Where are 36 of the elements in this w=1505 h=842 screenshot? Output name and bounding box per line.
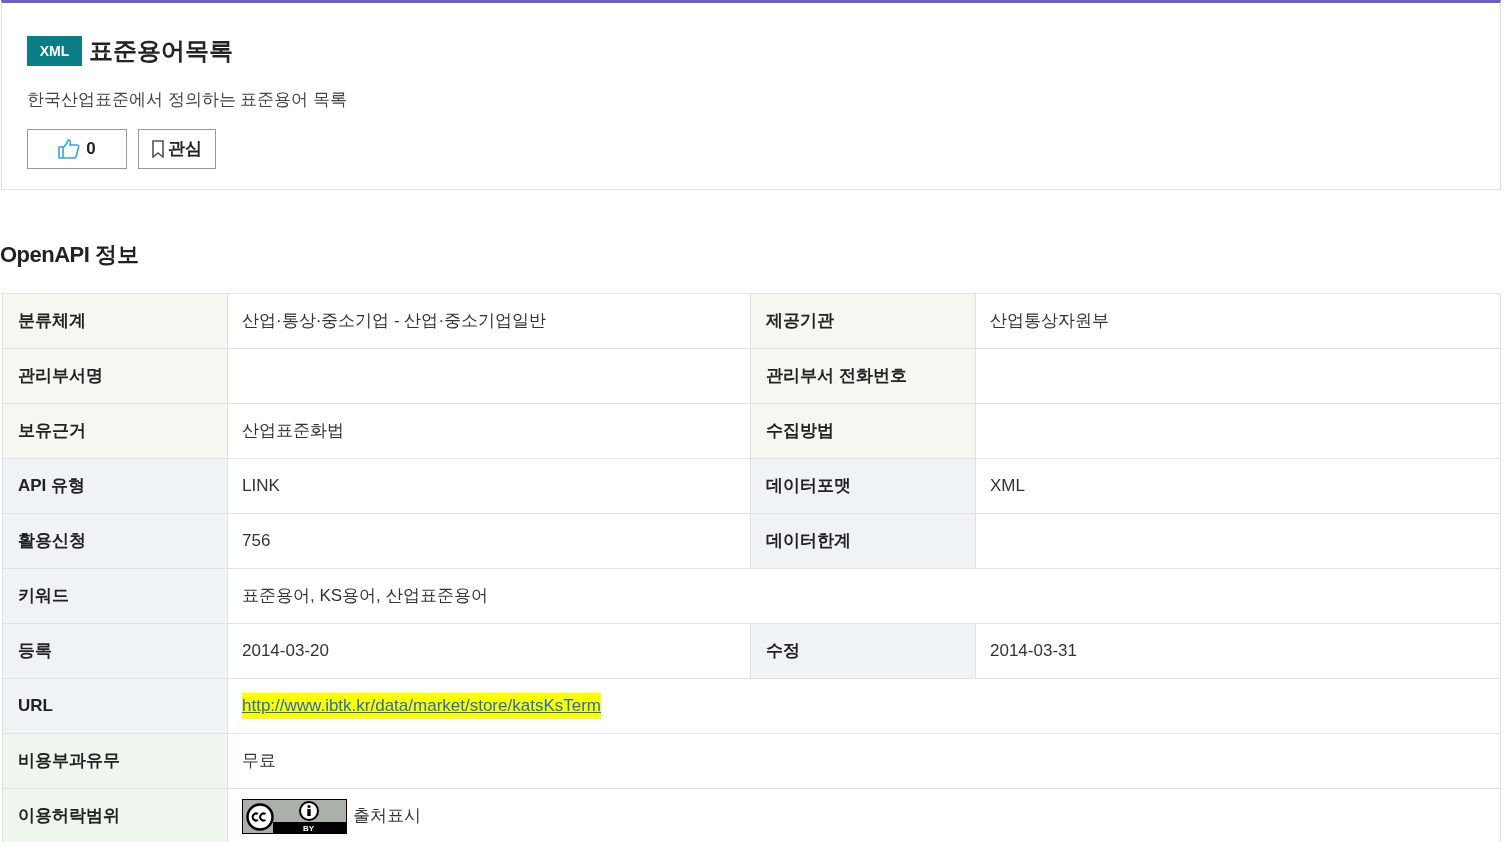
thumbs-up-icon [58,138,81,159]
row-label: 키워드 [3,569,228,624]
row-label: URL [3,679,228,734]
table-cell: 2014-03-20 [228,624,751,679]
table-cell: 산업·통상·중소기업 - 산업·중소기업일반 [228,294,751,349]
row-label: 데이터포맷 [751,459,976,514]
table-cell: 756 [228,514,751,569]
row-label: 제공기관 [751,294,976,349]
row-label: 수정 [751,624,976,679]
row-label: 보유근거 [3,404,228,459]
table-cell: 산업표준화법 [228,404,751,459]
bookmark-icon [152,139,164,158]
description: 한국산업표준에서 정의하는 표준용어 목록 [27,89,349,111]
row-label: 활용신청 [3,514,228,569]
like-button[interactable]: 0 [27,128,127,169]
row-label: API 유형 [3,459,228,514]
row-label: 관리부서 전화번호 [751,349,976,404]
license-text: 출처표시 [353,805,421,828]
page-title: 표준용어목록 [89,36,233,66]
row-label: 데이터한계 [751,514,976,569]
bookmark-button[interactable]: 관심 [138,128,216,169]
row-label: 분류체계 [3,294,228,349]
table-cell: 산업통상자원부 [976,294,1501,349]
table-cell: 무료 [228,734,1501,789]
section-title: OpenAPI 정보 [0,241,139,269]
table-cell: 2014-03-31 [976,624,1501,679]
row-label: 수집방법 [751,404,976,459]
row-label: 관리부서명 [3,349,228,404]
badge-label: BY [303,822,315,834]
table-cell: LINK [228,459,751,514]
table-cell: XML [976,459,1501,514]
format-badge: XML [27,36,82,66]
row-label: 이용허락범위 [3,789,228,842]
url-link[interactable]: http://www.ibtk.kr/data/market/store/katsKsTerm [242,693,601,719]
row-label: 등록 [3,624,228,679]
row-label: 비용부과유무 [3,734,228,789]
